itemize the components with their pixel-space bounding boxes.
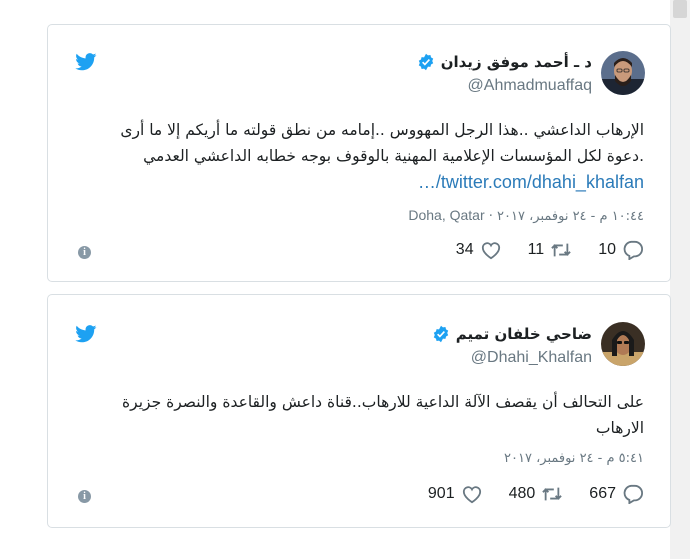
tweet-actions: 667 480 901 [428,484,644,504]
retweet-action[interactable]: 11 [528,240,573,260]
tweet-text-line: على التحالف أن يقصف الآلة الداعية للارها… [122,393,644,411]
like-count: 901 [427,485,455,502]
tweet-meta: ٥:٤١ م - ٢٤ نوفمبر، ٢٠١٧ [504,451,644,466]
author-handle[interactable]: @Ahmadmuaffaq [468,77,592,95]
meta-separator: · [484,209,493,224]
reply-action[interactable]: 667 [589,484,644,504]
avatar[interactable] [601,51,645,95]
verified-badge-icon [433,325,448,343]
reply-action[interactable]: 10 [598,240,644,260]
author-name-row: ضاحي خلفان تميم [432,325,592,343]
reply-icon [623,484,643,504]
twitter-bird-icon[interactable] [75,53,97,71]
tweet-card: ضاحي خلفان تميم @Dhahi_Khalfan على التحا… [47,294,671,528]
reply-icon [623,240,643,260]
like-action[interactable]: 901 [428,484,483,504]
scrollbar-thumb[interactable] [673,0,687,18]
tweet-text: الإرهاب الداعشي ..هذا الرجل المهووس ..إم… [74,117,644,196]
tweet-location[interactable]: Doha, Qatar [408,207,484,223]
info-icon[interactable]: i [78,246,91,259]
verified-badge-icon [418,53,433,71]
like-count: 34 [455,241,474,258]
tweet-text-line: الإرهاب الداعشي ..هذا الرجل المهووس ..إم… [120,121,644,139]
retweet-count: 11 [527,241,545,258]
twitter-bird-icon[interactable] [75,325,97,343]
tweet-text-line: .دعوة لكل المؤسسات الإعلامية المهنية بال… [143,147,644,165]
author-handle[interactable]: @Dhahi_Khalfan [471,349,592,367]
tweet-timestamp[interactable]: ٥:٤١ م - ٢٤ نوفمبر، ٢٠١٧ [504,451,644,466]
tweet-timestamp[interactable]: ١٠:٤٤ م - ٢٤ نوفمبر، ٢٠١٧ [497,209,644,224]
retweet-icon [542,487,563,501]
tweet-text: على التحالف أن يقصف الآلة الداعية للارها… [74,389,644,441]
reply-count: 667 [589,485,616,502]
tweet-link[interactable]: twitter.com/dhahi_khalfan/… [418,172,644,192]
page-scrollbar[interactable] [670,0,690,559]
info-icon[interactable]: i [78,490,91,503]
author-name[interactable]: د ـ أحمد موفق زيدان [441,53,592,71]
retweet-action[interactable]: 480 [509,484,564,504]
retweet-icon [551,243,571,257]
retweet-count: 480 [508,485,536,502]
tweet-card: د ـ أحمد موفق زيدان @Ahmadmuaffaq الإرها… [47,24,671,282]
heart-icon [462,486,481,504]
author-name[interactable]: ضاحي خلفان تميم [456,325,592,343]
tweet-meta: ١٠:٤٤ م - ٢٤ نوفمبر، ٢٠١٧ · Doha, Qatar [408,207,644,224]
reply-count: 10 [598,241,616,258]
avatar[interactable] [601,322,645,366]
heart-icon [481,242,500,260]
tweet-text-line: الارهاب [595,419,644,437]
author-name-row: د ـ أحمد موفق زيدان [417,53,592,71]
like-action[interactable]: 34 [456,240,502,260]
tweet-actions: 10 11 34 [456,240,644,260]
